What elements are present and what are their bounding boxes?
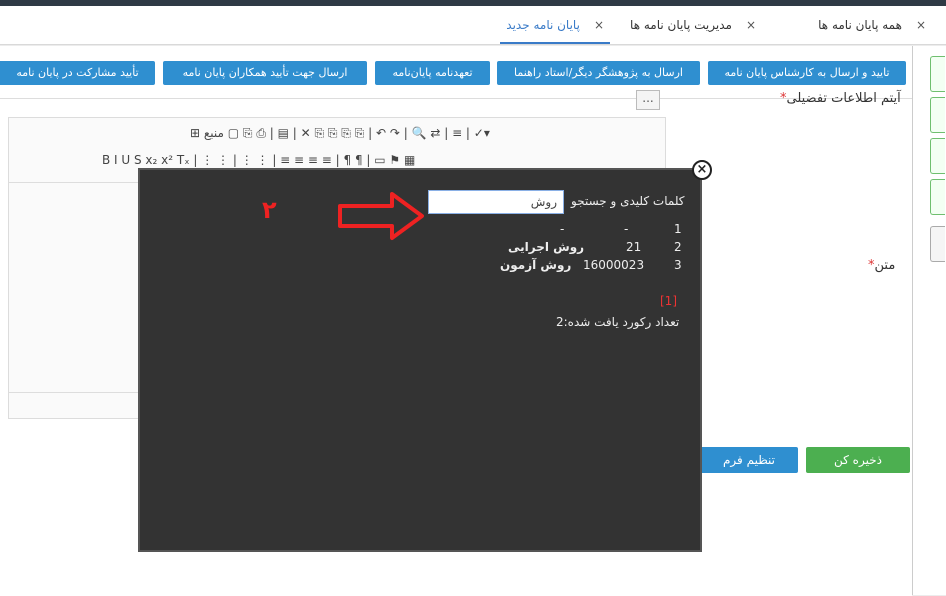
confirm-participation-button[interactable]: تأیید مشارکت در پایان نامه — [0, 61, 155, 85]
detail-item-label: آیتم اطلاعات تفضیلی* — [780, 91, 901, 106]
close-icon[interactable]: × — [916, 6, 926, 44]
tab-manage-theses[interactable]: ×مدیریت پایان نامه ها — [630, 6, 756, 44]
tab-new-thesis[interactable]: ×پایان نامه جدید — [500, 6, 610, 44]
close-icon[interactable]: × — [692, 160, 712, 180]
row-name: - — [560, 222, 565, 236]
form-settings-button[interactable]: تنظیم فرم — [700, 447, 798, 473]
thesis-commitment-button[interactable]: تعهدنامه پایان‌نامه — [375, 61, 490, 85]
side-tab[interactable] — [930, 138, 945, 174]
side-tab[interactable] — [930, 97, 945, 133]
lookup-button[interactable]: ... — [636, 90, 660, 110]
row-code: - — [624, 222, 629, 236]
close-icon[interactable]: × — [594, 6, 604, 44]
row-code: 16000023 — [583, 258, 645, 272]
save-button[interactable]: ذخیره کن — [806, 447, 910, 473]
tab-all-theses[interactable]: ×همه پایان نامه ها — [818, 6, 926, 44]
row-name-link[interactable]: روش آزمون — [500, 258, 571, 272]
search-input[interactable] — [428, 190, 564, 214]
search-label: کلمات کلیدی و جستجو — [571, 194, 685, 208]
send-for-colleague-approval-button[interactable]: ارسال جهت تأیید همکاران پایان نامه — [163, 61, 367, 85]
editor-toolbar-row1[interactable]: ⊞ منبع ▢ ⎘ ⎙ | ▤ | ✕ ⎘ ⎘ ⎘ ⎘ | ↶ ↷ | 🔍 ⇄… — [190, 126, 490, 141]
row-index: 3 — [674, 258, 682, 272]
row-code: 21 — [626, 240, 642, 254]
arrow-right-icon — [338, 192, 424, 240]
tab-bar: ×همه پایان نامه ها ×مدیریت پایان نامه ها… — [0, 6, 946, 45]
side-tab[interactable] — [930, 56, 945, 92]
row-index: 1 — [674, 222, 682, 236]
close-icon[interactable]: × — [746, 6, 756, 44]
side-tab[interactable] — [930, 179, 945, 215]
text-field-label: متن* — [868, 258, 896, 273]
side-tab[interactable] — [930, 226, 945, 262]
row-index: 2 — [674, 240, 682, 254]
row-name-link[interactable]: روش اجرایی — [508, 240, 584, 254]
pagination-link[interactable]: [1] — [660, 294, 677, 308]
approve-send-button[interactable]: تایید و ارسال به کارشناس پایان نامه — [708, 61, 906, 85]
send-to-researcher-button[interactable]: ارسال به پژوهشگر دیگر/استاد راهنما — [497, 61, 700, 85]
record-count: تعداد رکورد یافت شده:2 — [556, 315, 680, 329]
step-number: ۲ — [262, 196, 277, 224]
editor-toolbar-row2[interactable]: B I U S x₂ x² Tₓ | ⋮ ⋮ | ⋮ ⋮ | ≡ ≡ ≡ ≡ |… — [102, 153, 415, 167]
